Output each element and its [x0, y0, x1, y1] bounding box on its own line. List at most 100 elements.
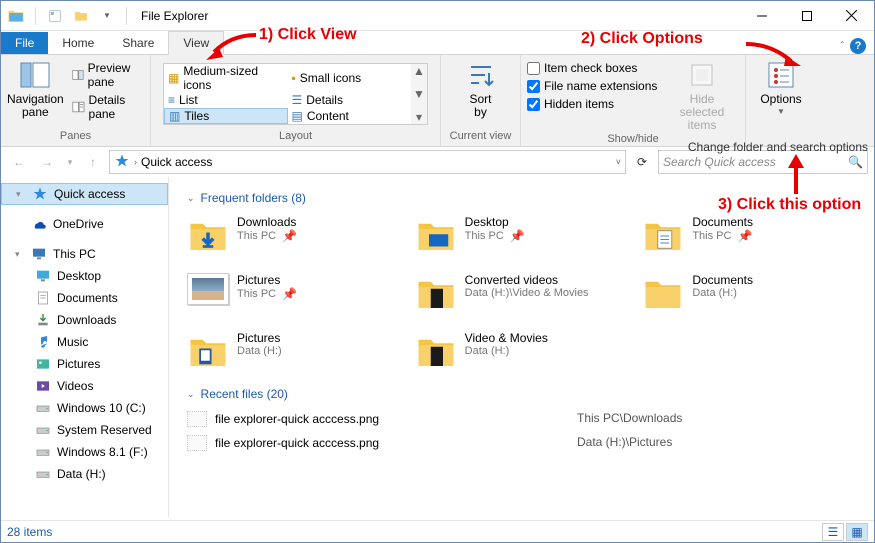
sidebar-item[interactable]: Windows 10 (C:): [1, 397, 168, 419]
folder-icon: [187, 273, 229, 315]
details-pane-button[interactable]: Details pane: [70, 92, 144, 122]
maximize-button[interactable]: [784, 1, 829, 30]
sidebar-item[interactable]: Windows 8.1 (F:): [1, 441, 168, 463]
content-pane[interactable]: ⌄Frequent folders (8) Downloads This PC …: [169, 177, 874, 517]
nav-back-button[interactable]: ←: [7, 150, 31, 174]
tile-name: Documents: [692, 273, 753, 287]
address-dropdown-icon[interactable]: ˅: [616, 157, 621, 167]
folder-icon: [642, 273, 684, 315]
folder-tile[interactable]: Video & Movies Data (H:): [415, 331, 633, 373]
folder-tile[interactable]: Desktop This PC 📌: [415, 215, 633, 257]
qat-new-folder-icon[interactable]: [70, 5, 92, 27]
tile-name: Documents: [692, 215, 753, 229]
nav-forward-button[interactable]: →: [35, 150, 59, 174]
address-bar[interactable]: › Quick access ˅: [109, 150, 626, 174]
group-layout-label: Layout: [157, 130, 434, 144]
star-icon: [114, 153, 130, 172]
nav-recent-dropdown[interactable]: ▾: [63, 150, 77, 174]
window-title: File Explorer: [141, 9, 208, 23]
tab-view[interactable]: View: [168, 31, 224, 55]
options-tooltip: Change folder and search options: [688, 140, 868, 154]
ribbon-tabs: File Home Share View ˆ ?: [1, 31, 874, 55]
tile-location: Data (H:): [692, 287, 753, 299]
frequent-folders-header[interactable]: ⌄Frequent folders (8): [187, 191, 860, 205]
layout-medium-icons[interactable]: ▦Medium-sized icons: [164, 64, 288, 92]
sidebar-item[interactable]: Data (H:): [1, 463, 168, 485]
search-icon[interactable]: 🔍: [848, 155, 863, 169]
layout-gallery[interactable]: ▦Medium-sized icons ▪Small icons ▲▼▾ ≡Li…: [163, 63, 428, 125]
tile-location: This PC 📌: [237, 287, 297, 301]
quick-access-toolbar: ▼: [1, 5, 131, 27]
tile-location: Data (H:)\Video & Movies: [465, 287, 589, 299]
ribbon: Navigation pane Preview pane Details pan…: [1, 55, 874, 147]
folder-tile[interactable]: Documents Data (H:): [642, 273, 860, 315]
tile-location: This PC 📌: [465, 229, 525, 243]
folder-tile[interactable]: Documents This PC 📌: [642, 215, 860, 257]
layout-content[interactable]: ▤Content: [288, 108, 412, 124]
item-checkboxes-toggle[interactable]: Item check boxes: [527, 60, 667, 76]
pin-icon: 📌: [282, 287, 297, 301]
view-details-button[interactable]: ☰: [822, 523, 844, 541]
tab-file[interactable]: File: [1, 32, 48, 54]
tile-name: Downloads: [237, 215, 297, 229]
window-controls: [739, 1, 874, 30]
recent-file-location: This PC\Downloads: [577, 411, 860, 427]
layout-details[interactable]: ☰Details: [288, 92, 412, 108]
layout-tiles[interactable]: ▥Tiles: [164, 108, 288, 124]
layout-small-icons[interactable]: ▪Small icons: [288, 64, 412, 92]
minimize-button[interactable]: [739, 1, 784, 30]
sidebar-item[interactable]: System Reserved: [1, 419, 168, 441]
address-location[interactable]: Quick access: [141, 155, 212, 169]
tile-location: This PC 📌: [237, 229, 297, 243]
folder-tile[interactable]: Downloads This PC 📌: [187, 215, 405, 257]
options-button[interactable]: Options ▼: [752, 57, 810, 117]
folder-tile[interactable]: Pictures This PC 📌: [187, 273, 405, 315]
tile-name: Pictures: [237, 331, 282, 345]
separator: [35, 7, 36, 25]
titlebar: ▼ File Explorer: [1, 1, 874, 31]
sidebar-item[interactable]: Documents: [1, 287, 168, 309]
recent-files-header[interactable]: ⌄Recent files (20): [187, 387, 860, 401]
refresh-button[interactable]: ⟳: [630, 150, 654, 174]
pin-icon: 📌: [282, 229, 297, 243]
help-button[interactable]: ?: [850, 38, 866, 54]
tile-name: Pictures: [237, 273, 297, 287]
sidebar-item[interactable]: Desktop: [1, 265, 168, 287]
nav-sidebar[interactable]: ▾Quick access OneDrive ▾This PC DesktopD…: [1, 177, 169, 517]
folder-tile[interactable]: Pictures Data (H:): [187, 331, 405, 373]
tile-location: Data (H:): [237, 345, 282, 357]
recent-file[interactable]: file explorer-quick acccess.png: [187, 411, 577, 427]
sidebar-item[interactable]: Videos: [1, 375, 168, 397]
group-panes-label: Panes: [7, 130, 144, 144]
tab-home[interactable]: Home: [48, 32, 108, 54]
group-currentview-label: Current view: [447, 130, 514, 144]
sidebar-quick-access[interactable]: ▾Quick access: [1, 183, 168, 205]
nav-pane-label: Navigation pane: [7, 93, 64, 119]
close-button[interactable]: [829, 1, 874, 30]
folder-icon: [415, 215, 457, 257]
qat-properties-icon[interactable]: [44, 5, 66, 27]
sidebar-this-pc[interactable]: ▾This PC: [1, 243, 168, 265]
recent-file[interactable]: file explorer-quick acccess.png: [187, 435, 577, 451]
sidebar-item[interactable]: Downloads: [1, 309, 168, 331]
navigation-pane-button[interactable]: Navigation pane: [7, 57, 64, 119]
folder-icon: [415, 273, 457, 315]
status-text: 28 items: [7, 525, 52, 539]
qat-dropdown-icon[interactable]: ▼: [96, 5, 118, 27]
file-extensions-toggle[interactable]: File name extensions: [527, 78, 667, 94]
layout-list[interactable]: ≡List: [164, 92, 288, 108]
folder-tile[interactable]: Converted videos Data (H:)\Video & Movie…: [415, 273, 633, 315]
file-icon: [187, 411, 207, 427]
view-tiles-button[interactable]: ▦: [846, 523, 868, 541]
search-placeholder: Search Quick access: [663, 155, 776, 169]
sidebar-item[interactable]: Pictures: [1, 353, 168, 375]
nav-up-button[interactable]: ↑: [81, 150, 105, 174]
tab-share[interactable]: Share: [108, 32, 168, 54]
sort-by-button[interactable]: Sort by: [452, 57, 510, 119]
layout-scroll[interactable]: ▲▼▾: [411, 64, 427, 124]
hidden-items-toggle[interactable]: Hidden items: [527, 96, 667, 112]
sidebar-item[interactable]: Music: [1, 331, 168, 353]
preview-pane-button[interactable]: Preview pane: [70, 60, 144, 90]
collapse-ribbon-icon[interactable]: ˆ: [841, 41, 844, 52]
sidebar-onedrive[interactable]: OneDrive: [1, 213, 168, 235]
